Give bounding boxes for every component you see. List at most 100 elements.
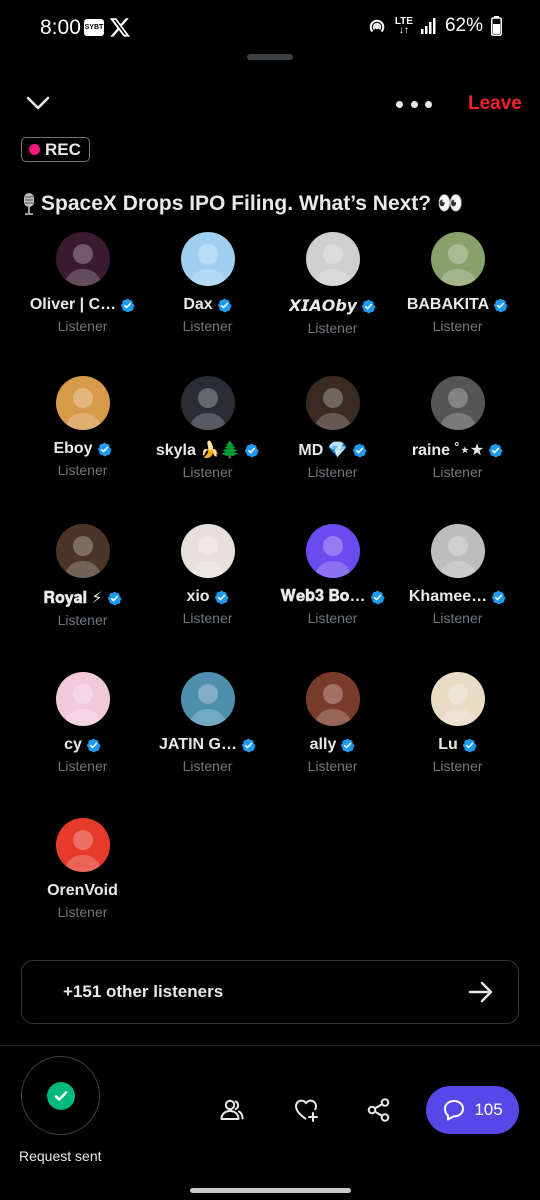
recording-badge: REC — [21, 137, 90, 162]
participant-role: Listener — [57, 904, 108, 920]
status-time: 8:00 — [40, 16, 81, 39]
participant-name: OrenVoid — [47, 882, 118, 899]
verified-badge-icon — [107, 591, 122, 605]
avatar — [55, 524, 110, 578]
participant-card[interactable]: Oliver | C… Listener — [20, 232, 145, 352]
participant-name: JATIN G… — [159, 736, 237, 753]
verified-badge-icon — [245, 443, 259, 457]
participant-name-row: BABAKITA — [407, 296, 508, 314]
participant-role: Listener — [432, 758, 483, 774]
space-title: SpaceX Drops IPO Filing. What’s Next? 👀 — [41, 192, 464, 215]
participant-card[interactable]: ally Listener — [270, 672, 395, 792]
participant-name-row: raine ˚⋆★ — [412, 440, 503, 460]
participant-card[interactable]: 𝙓𝙄𝘼𝙊𝙗𝙮 Listener — [270, 232, 395, 352]
participant-name-row: Khamee… — [409, 588, 506, 606]
participant-name-row: Lu — [438, 736, 477, 754]
participant-name: BABAKITA — [406, 296, 490, 313]
chat-button[interactable]: 105 — [426, 1086, 519, 1134]
avatar — [305, 672, 360, 726]
participant-name: 𝐖𝐞𝐛𝟑 𝐁𝐨… — [280, 588, 366, 605]
verified-badge-icon — [214, 590, 229, 604]
participant-name: 𝙓𝙄𝘼𝙊𝙗𝙮 — [288, 298, 358, 315]
participant-card[interactable]: BABAKITA Listener — [395, 232, 520, 352]
avatar — [430, 232, 485, 286]
participant-name-row: Oliver | C… — [30, 296, 135, 314]
avatar — [180, 376, 235, 430]
participant-card[interactable]: Lu Listener — [395, 672, 520, 792]
bottom-divider — [0, 1045, 540, 1046]
participant-name: Oliver | C… — [29, 296, 117, 313]
collapse-chevron-down-icon[interactable] — [24, 92, 52, 116]
heart-add-icon[interactable] — [293, 1097, 319, 1123]
participant-card[interactable]: 𝐑𝐨𝐲𝐚𝐥 ⚡ Listener — [20, 524, 145, 644]
more-options-icon[interactable] — [396, 96, 432, 112]
participant-card[interactable]: xio Listener — [145, 524, 270, 644]
participant-role: Listener — [307, 610, 358, 626]
request-sent-button[interactable] — [21, 1056, 100, 1135]
participant-name: ally — [309, 736, 337, 753]
participant-name-row: OrenVoid — [47, 882, 118, 900]
share-icon[interactable] — [366, 1097, 392, 1123]
recording-dot-icon — [29, 144, 40, 155]
participant-name-row: ally — [310, 736, 356, 754]
participant-name: 𝐑𝐨𝐲𝐚𝐥 ⚡ — [43, 590, 103, 607]
other-listeners-button[interactable]: +151 other listeners — [21, 960, 519, 1024]
participant-role: Listener — [57, 758, 108, 774]
request-sent-label: Request sent — [19, 1148, 102, 1164]
participant-card[interactable]: raine ˚⋆★ Listener — [395, 376, 520, 496]
participant-name-row: Eboy — [53, 440, 112, 458]
participant-role: Listener — [182, 464, 233, 480]
participant-name: Khamee… — [408, 588, 488, 605]
participant-card[interactable]: Khamee… Listener — [395, 524, 520, 644]
leave-button[interactable]: Leave — [468, 93, 522, 115]
participant-card[interactable]: Eboy Listener — [20, 376, 145, 496]
participant-card[interactable]: skyla 🍌🌲 Listener — [145, 376, 270, 496]
recording-label: REC — [45, 139, 81, 159]
people-icon[interactable] — [219, 1097, 245, 1123]
participant-role: Listener — [432, 610, 483, 626]
participant-card[interactable]: JATIN G… Listener — [145, 672, 270, 792]
participant-role: Listener — [432, 318, 483, 334]
chat-count: 105 — [474, 1100, 503, 1119]
sheet-drag-handle[interactable] — [247, 54, 293, 60]
participant-card[interactable]: MD 💎 Listener — [270, 376, 395, 496]
hotspot-icon — [369, 19, 385, 33]
arrow-right-icon — [468, 981, 493, 1003]
app-notification-icon: SYBT — [84, 19, 104, 36]
participant-name: Dax — [183, 296, 213, 313]
participant-role: Listener — [307, 464, 358, 480]
avatar — [180, 672, 235, 726]
participant-card[interactable]: cy Listener — [20, 672, 145, 792]
avatar — [55, 672, 110, 726]
participant-role: Listener — [57, 462, 108, 478]
space-title-row: SpaceX Drops IPO Filing. What’s Next? 👀 — [21, 192, 463, 216]
participant-name-row: cy — [64, 736, 101, 754]
verified-badge-icon — [341, 738, 355, 752]
participant-name-row: Dax — [183, 296, 232, 314]
participant-card[interactable]: 𝐖𝐞𝐛𝟑 𝐁𝐨… Listener — [270, 524, 395, 644]
avatar — [430, 376, 485, 430]
signal-icon — [420, 18, 436, 34]
avatar — [55, 376, 110, 430]
x-logo-icon — [109, 18, 130, 37]
participant-role: Listener — [182, 758, 233, 774]
verified-badge-icon — [242, 738, 256, 752]
participant-card[interactable]: OrenVoid Listener — [20, 818, 145, 938]
avatar — [305, 524, 360, 578]
checkmark-icon — [46, 1081, 75, 1110]
battery-icon — [491, 16, 502, 36]
status-right: LTE ↓↑ 62% — [367, 15, 502, 37]
participant-name: Eboy — [53, 440, 93, 457]
verified-badge-icon — [492, 590, 506, 604]
verified-badge-icon — [86, 738, 101, 752]
home-indicator[interactable] — [190, 1188, 351, 1193]
avatar — [430, 672, 485, 726]
participant-name-row: skyla 🍌🌲 — [156, 440, 259, 460]
participant-name: Lu — [438, 736, 458, 753]
participant-name-row: 𝐑𝐨𝐲𝐚𝐥 ⚡ — [43, 588, 122, 608]
participant-name-row: MD 💎 — [298, 440, 367, 460]
lte-indicator: LTE ↓↑ — [394, 16, 413, 36]
participant-card[interactable]: Dax Listener — [145, 232, 270, 352]
participant-role: Listener — [57, 612, 108, 628]
verified-badge-icon — [362, 299, 376, 313]
